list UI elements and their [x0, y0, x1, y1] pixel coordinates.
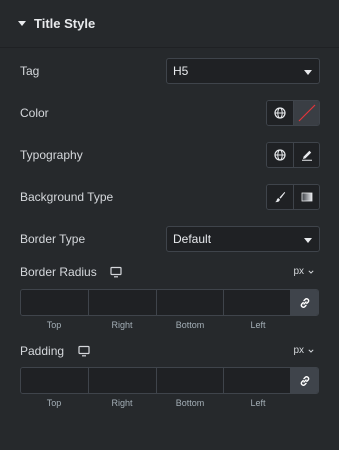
background-type-label: Background Type [20, 190, 114, 204]
border-radius-label: Border Radius [20, 265, 97, 279]
link-icon [300, 375, 309, 386]
field-label-left: Left [250, 320, 266, 330]
monitor-icon[interactable] [78, 345, 90, 357]
field-label-right: Right [111, 398, 133, 408]
chevron-down-icon [304, 238, 312, 243]
color-buttons [266, 100, 320, 126]
settings-panel: Title Style Tag H5 Color Typography Back… [0, 0, 339, 450]
background-type-control: Background Type [20, 184, 320, 210]
background-classic-button[interactable] [267, 185, 293, 209]
globe-icon [274, 149, 286, 161]
border-type-select-value: Default [173, 232, 212, 246]
tag-control: Tag H5 [20, 58, 320, 84]
color-picker-button[interactable] [293, 101, 319, 125]
pencil-icon [301, 150, 312, 161]
tag-label: Tag [20, 64, 40, 78]
border-radius-inputs [20, 289, 319, 316]
padding-unit: px [293, 345, 304, 356]
border-radius-left-input[interactable] [222, 290, 291, 315]
field-label-bottom: Bottom [175, 398, 205, 408]
border-type-control: Border Type Default [20, 226, 320, 252]
border-type-select[interactable]: Default [166, 226, 320, 252]
color-label: Color [20, 106, 49, 120]
tag-select-value: H5 [173, 64, 189, 78]
padding-link-button[interactable] [290, 368, 318, 393]
color-control: Color [20, 100, 320, 126]
chevron-down-icon [304, 70, 312, 75]
field-label-right: Right [111, 320, 133, 330]
padding-field-labels: Top Right Bottom Left [20, 398, 292, 410]
padding-label: Padding [20, 344, 65, 358]
global-typography-button[interactable] [267, 143, 293, 167]
link-icon [300, 297, 309, 308]
global-color-button[interactable] [267, 101, 293, 125]
brush-icon [275, 192, 286, 203]
padding-top-input[interactable] [21, 368, 89, 393]
typography-label: Typography [20, 148, 83, 162]
border-radius-header: Border Radius px [20, 263, 320, 281]
background-type-buttons [266, 184, 320, 210]
edit-typography-button[interactable] [293, 143, 319, 167]
section-header-title-style[interactable]: Title Style [0, 0, 339, 48]
border-radius-bottom-input[interactable] [155, 290, 223, 315]
caret-down-icon [18, 21, 26, 26]
border-radius-top-input[interactable] [21, 290, 89, 315]
field-label-top: Top [46, 398, 62, 408]
monitor-icon[interactable] [110, 266, 122, 278]
chevron-down-icon [308, 270, 314, 274]
padding-right-input[interactable] [88, 368, 156, 393]
padding-left-input[interactable] [222, 368, 291, 393]
border-radius-link-button[interactable] [290, 290, 318, 315]
typography-buttons [266, 142, 320, 168]
section-title: Title Style [34, 16, 96, 31]
field-label-left: Left [250, 398, 266, 408]
field-label-top: Top [46, 320, 62, 330]
border-type-label: Border Type [20, 232, 86, 246]
color-swatch-icon [298, 104, 315, 122]
padding-header: Padding px [20, 342, 320, 360]
field-label-bottom: Bottom [175, 320, 205, 330]
tag-select[interactable]: H5 [166, 58, 320, 84]
background-gradient-button[interactable] [293, 185, 319, 209]
typography-control: Typography [20, 142, 320, 168]
gradient-icon [301, 192, 312, 202]
border-radius-unit-select[interactable]: px [293, 263, 314, 281]
chevron-down-icon [308, 349, 314, 353]
border-radius-unit: px [293, 266, 304, 277]
globe-icon [274, 107, 286, 119]
border-radius-right-input[interactable] [88, 290, 156, 315]
padding-bottom-input[interactable] [155, 368, 223, 393]
padding-unit-select[interactable]: px [293, 342, 314, 360]
padding-inputs [20, 367, 319, 394]
border-radius-field-labels: Top Right Bottom Left [20, 320, 292, 332]
